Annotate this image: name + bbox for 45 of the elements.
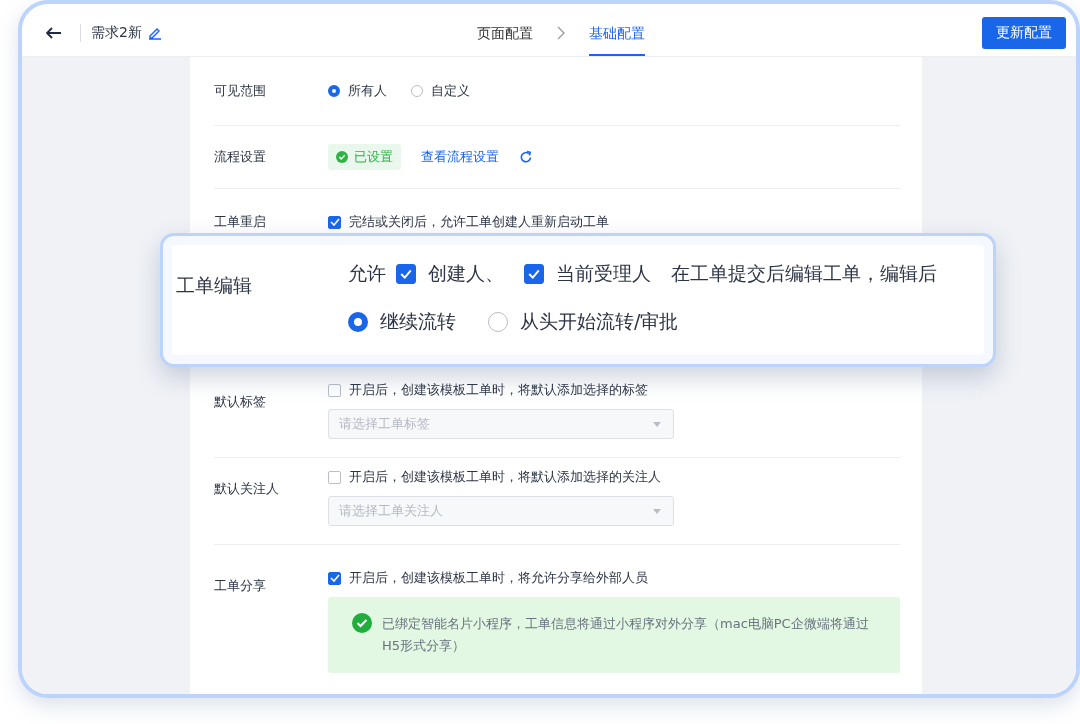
step-tab[interactable]: 页面配置 [477,10,533,56]
radio-button[interactable] [348,312,368,332]
option-label: 当前受理人 [556,261,651,286]
field-label: 工单编辑 [175,273,253,298]
check-icon [528,269,540,279]
checkbox[interactable] [396,264,416,284]
field-label: 可见范围 [214,82,267,100]
update-button[interactable]: 更新配置 [982,17,1066,49]
field-label: 默认关注人 [214,480,280,498]
option-text: 在工单提交后编辑工单，编辑后 [671,261,937,286]
option-text: 完结或关闭后，允许工单创建人重新启动工单 [349,213,609,231]
option-label: 所有人 [348,82,387,100]
checkbox[interactable] [328,383,341,397]
checkbox[interactable] [328,470,341,484]
view-link[interactable]: 查看流程设置 [421,148,499,166]
field-label: 工单分享 [214,577,267,595]
option-label: 创建人、 [428,261,504,286]
back-icon[interactable] [46,27,62,39]
check-icon [329,218,340,226]
check-circle-icon [336,151,348,163]
field-label: 默认标签 [214,393,267,411]
option-label: 从头开始流转/审批 [520,309,679,334]
option-label: 自定义 [431,82,470,100]
checkbox[interactable] [524,264,544,284]
option-text: 开启后，创建该模板工单时，将默认添加选择的标签 [349,381,648,399]
option-text: 开启后，创建该模板工单时，将允许分享给外部人员 [349,569,648,587]
edit-icon[interactable] [147,26,162,40]
status-badge: 已设置 [328,144,401,170]
option-text: 开启后，创建该模板工单时，将默认添加选择的关注人 [349,468,661,486]
checkbox[interactable] [328,571,341,585]
checkbox[interactable] [328,215,341,229]
caret-icon [653,508,661,514]
check-icon [400,269,412,279]
field-label: 工单重启 [214,213,267,231]
radio-button[interactable] [328,85,340,97]
option-text: 允许 [348,261,386,286]
check-icon [329,574,340,582]
refresh-icon[interactable] [519,150,533,164]
chevron-icon [557,26,565,40]
check-circle-icon [352,613,372,633]
notice-text: 已绑定智能名片小程序，工单信息将通过小程序对外分享（mac电脑PC企微端将通过H5形式分享） [382,615,870,655]
caret-icon [653,421,661,427]
field-label: 流程设置 [214,148,267,166]
option-label: 继续流转 [380,309,456,334]
page-title: 需求2新 [80,24,142,42]
